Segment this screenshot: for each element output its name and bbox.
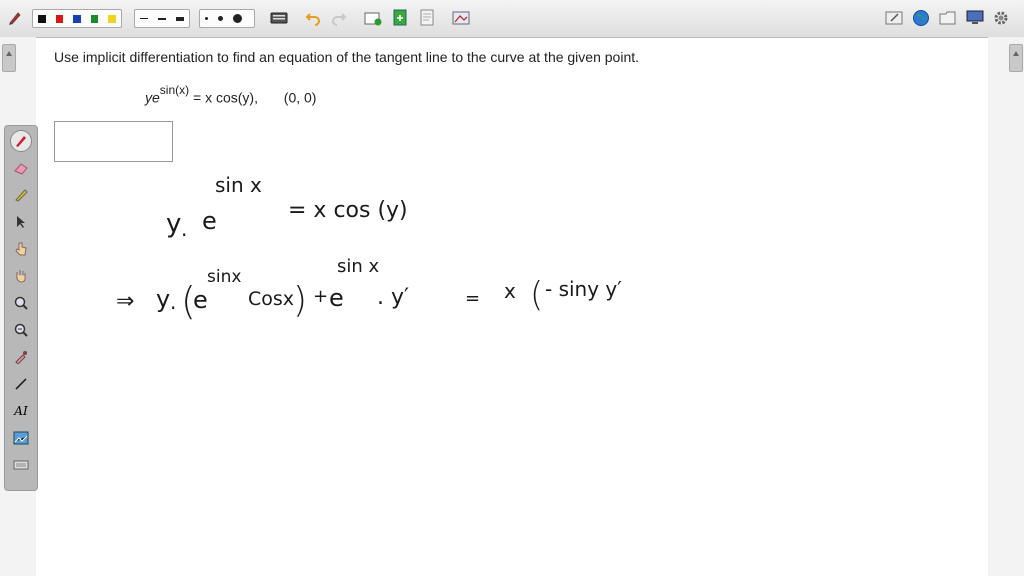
hw2-e: e — [193, 286, 208, 314]
hw2-exp1: sinx — [207, 267, 241, 287]
hw2-open-paren-2: ( — [530, 275, 543, 315]
hw2-exp2: sin x — [337, 256, 380, 277]
hw-rhs: = x cos (y) — [288, 198, 408, 223]
hw2-equals: = — [465, 288, 480, 309]
hw2-y: y — [156, 285, 170, 313]
hw2-cos: Cosx — [248, 288, 294, 310]
hw2-dot: . — [170, 290, 176, 314]
hw-exponent: sin x — [215, 173, 262, 197]
hw2-x: x — [504, 279, 516, 303]
hw2-e2: e — [329, 284, 344, 312]
hw2-rhs: - siny y′ — [545, 277, 622, 301]
handwriting-canvas: y . e sin x = x cos (y) ⇒ y . ( e sinx C… — [116, 173, 622, 323]
hw2-plus: + — [313, 286, 328, 307]
hw-dot: . — [181, 217, 187, 241]
hw-implies: ⇒ — [116, 289, 134, 314]
hw2-yprime: . y′ — [377, 285, 409, 310]
hw-y: y — [166, 209, 181, 239]
hw-e: e — [202, 207, 217, 235]
hw2-close-paren: ) — [293, 280, 307, 321]
